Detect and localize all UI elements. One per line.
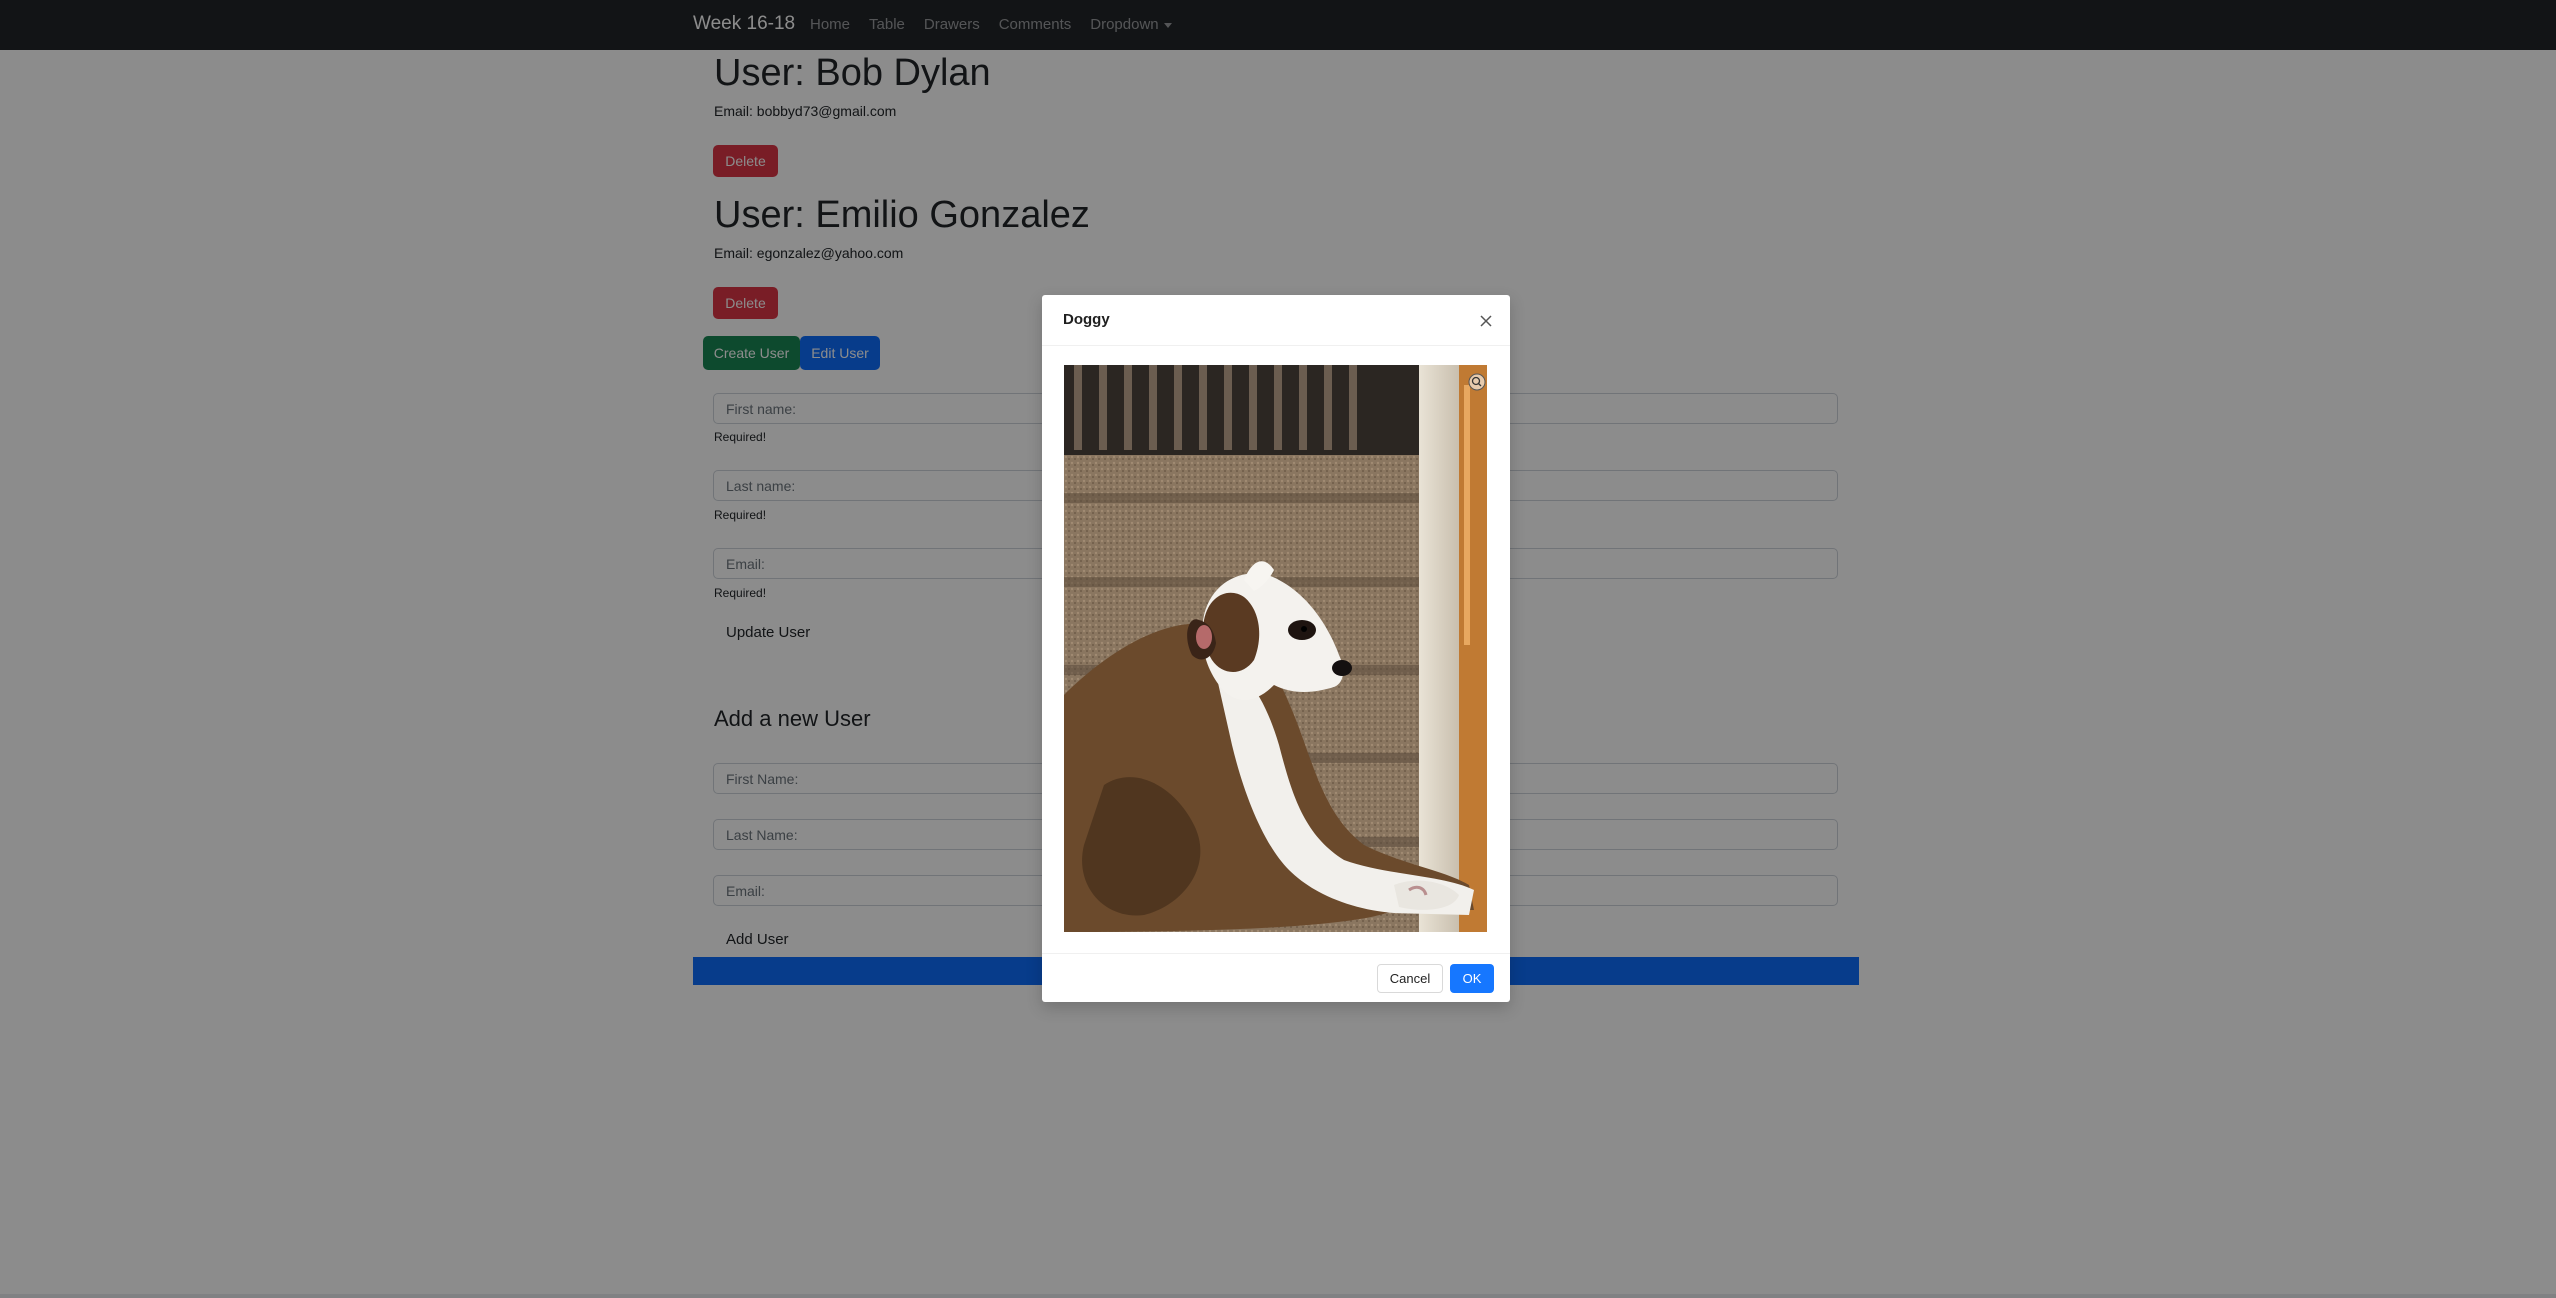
zoom-icon[interactable]: [1468, 373, 1486, 391]
modal-title: Doggy: [1063, 311, 1110, 328]
modal-footer-divider: [1042, 953, 1510, 954]
close-icon[interactable]: [1478, 313, 1494, 329]
image-modal: Doggy Cancel OK: [1042, 295, 1510, 1002]
dog-photo-illustration: [1064, 365, 1487, 932]
modal-header: Doggy: [1042, 295, 1510, 346]
dog-photo: [1064, 365, 1487, 932]
ok-button[interactable]: OK: [1450, 964, 1494, 993]
cancel-button[interactable]: Cancel: [1377, 964, 1443, 993]
